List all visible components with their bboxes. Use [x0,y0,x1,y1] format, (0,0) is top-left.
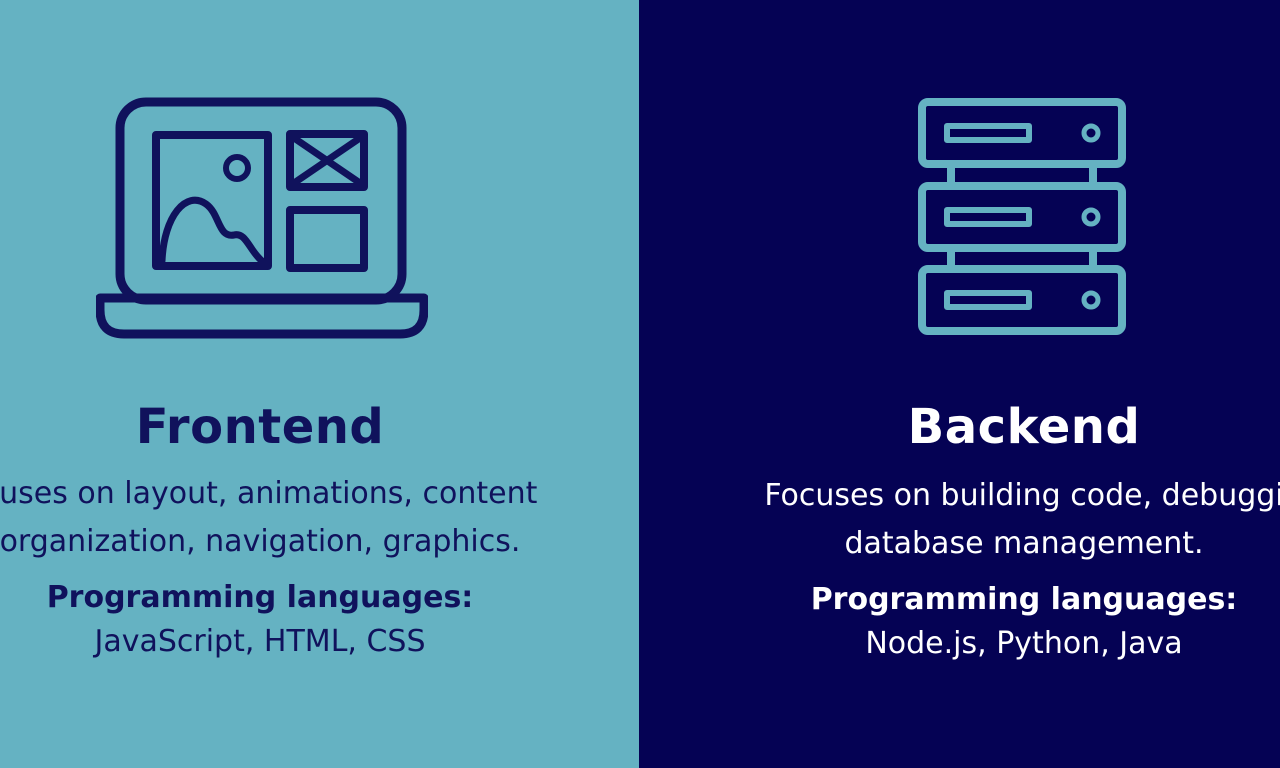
backend-description: Focuses on building code, debuggi databa… [764,478,1280,561]
frontend-languages: JavaScript, HTML, CSS [94,624,426,659]
frontend-languages-label: Programming languages: [46,580,474,615]
frontend-description: cuses on layout, animations, content org… [0,476,538,559]
server-stack-icon [918,98,1126,335]
backend-panel: Backend Focuses on building code, debugg… [639,0,1280,768]
laptop-wireframe-icon [96,97,428,339]
comparison-graphic: Frontend cuses on layout, animations, co… [0,0,1280,768]
backend-title: Backend [907,399,1141,455]
frontend-text-block: Frontend cuses on layout, animations, co… [0,394,635,664]
backend-text-block: Backend Focuses on building code, debugg… [659,394,1280,666]
backend-languages: Node.js, Python, Java [865,626,1183,661]
frontend-panel: Frontend cuses on layout, animations, co… [0,0,639,768]
frontend-title: Frontend [135,399,385,455]
backend-languages-label: Programming languages: [810,582,1238,617]
